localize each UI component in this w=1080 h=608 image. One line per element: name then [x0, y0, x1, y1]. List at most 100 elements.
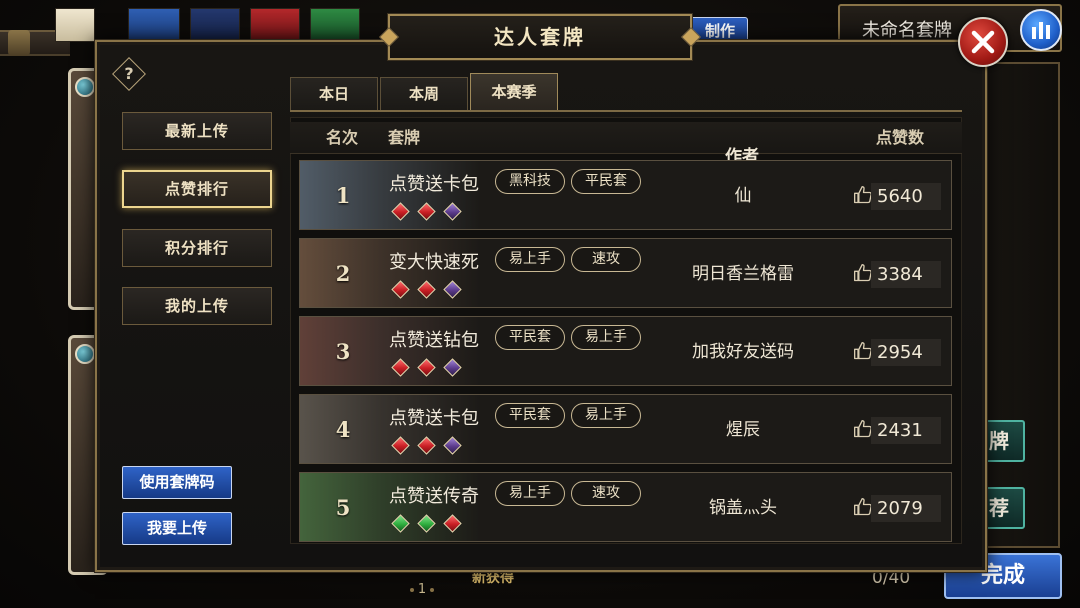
deck-tag: 平民套 — [495, 403, 565, 428]
upload-button[interactable]: 我要上传 — [122, 512, 232, 545]
cost-gem-icon — [75, 344, 95, 364]
tab-season[interactable]: 本赛季 — [470, 73, 558, 110]
rank-number: 3 — [335, 339, 351, 364]
page-dot — [409, 587, 414, 592]
page-indicator: 1 — [402, 582, 442, 597]
use-deck-code-button[interactable]: 使用套牌码 — [122, 466, 232, 499]
gem-icon — [443, 280, 462, 299]
deck-gems — [391, 436, 472, 455]
deck-name: 点赞送卡包 — [389, 174, 479, 195]
gem-icon — [417, 436, 436, 455]
gem-icon — [391, 436, 410, 455]
gem-icon — [391, 514, 410, 533]
gem-icon — [417, 358, 436, 377]
thumbs-up-icon — [854, 186, 872, 204]
author-name: 明日香兰格雷 — [692, 264, 794, 284]
deck-tag: 平民套 — [571, 169, 641, 194]
deck-name: 点赞送钻包 — [389, 330, 479, 351]
deck-tags: 易上手 速攻 — [495, 247, 647, 272]
deck-gems — [391, 280, 472, 299]
table-row[interactable]: 1 点赞送卡包 黑科技 平民套 仙 5640 — [299, 160, 952, 230]
deck-name: 点赞送传奇 — [389, 486, 479, 507]
table-header: 名次 套牌 作者 点赞数 — [290, 122, 962, 167]
class-banner[interactable] — [55, 8, 95, 42]
sidebar-item-likes-ranking[interactable]: 点赞排行 — [122, 170, 272, 208]
table-row[interactable]: 2 变大快速死 易上手 速攻 明日香兰格雷 3384 — [299, 238, 952, 308]
close-button[interactable] — [958, 17, 1008, 67]
gem-icon — [417, 514, 436, 533]
deck-ranking-dialog: ? 最新上传 点赞排行 积分排行 我的上传 使用套牌码 我要上传 本日 本周 本… — [95, 40, 987, 572]
rank-number: 4 — [335, 417, 351, 442]
thumbs-up-icon — [854, 498, 872, 516]
deck-tag: 易上手 — [571, 325, 641, 350]
gem-icon — [391, 358, 410, 377]
deck-tag: 速攻 — [571, 481, 641, 506]
tab-today[interactable]: 本日 — [290, 77, 378, 110]
author-name: 煋辰 — [726, 420, 760, 440]
author-name: 仙 — [734, 186, 752, 206]
cost-gem-icon — [75, 77, 95, 97]
likes-count: 5640 — [871, 183, 941, 210]
gem-icon — [443, 358, 462, 377]
gem-icon — [443, 514, 462, 533]
likes-count: 2079 — [871, 495, 941, 522]
gem-icon — [391, 280, 410, 299]
deck-tag: 平民套 — [495, 325, 565, 350]
likes-count: 2954 — [871, 339, 941, 366]
deck-gems — [391, 358, 472, 377]
deck-tag: 易上手 — [495, 481, 565, 506]
deck-tags: 平民套 易上手 — [495, 403, 647, 428]
table-row[interactable]: 5 点赞送传奇 易上手 速攻 锅盖灬头 2079 — [299, 472, 952, 542]
rank-number: 2 — [335, 261, 351, 286]
tab-underline — [290, 110, 962, 112]
deck-gems — [391, 514, 472, 533]
author-name: 锅盖灬头 — [709, 498, 777, 518]
class-banner[interactable] — [190, 8, 240, 42]
deck-name: 未命名套牌 — [862, 20, 952, 41]
deck-tag: 速攻 — [571, 247, 641, 272]
thumbs-up-icon — [854, 420, 872, 438]
close-icon[interactable] — [960, 19, 1006, 65]
class-banner[interactable] — [128, 8, 180, 42]
header-rank: 名次 — [325, 128, 358, 147]
author-name: 加我好友送码 — [692, 342, 794, 362]
gem-icon — [443, 202, 462, 221]
header-likes: 点赞数 — [875, 128, 924, 147]
thumbs-up-icon — [854, 264, 872, 282]
gem-icon — [417, 202, 436, 221]
page-title: 达人套牌 — [494, 25, 586, 49]
deck-name: 变大快速死 — [389, 252, 479, 273]
help-button[interactable]: ? — [112, 57, 146, 91]
sidebar-item-latest[interactable]: 最新上传 — [122, 112, 272, 150]
deck-name: 点赞送卡包 — [389, 408, 479, 429]
sidebar-item-my-uploads[interactable]: 我的上传 — [122, 287, 272, 325]
rank-number: 1 — [335, 183, 351, 208]
sidebar-item-points-ranking[interactable]: 积分排行 — [122, 229, 272, 267]
table-row[interactable]: 4 点赞送卡包 平民套 易上手 煋辰 2431 — [299, 394, 952, 464]
deck-tags: 黑科技 平民套 — [495, 169, 647, 194]
title-plaque: 达人套牌 — [379, 14, 701, 60]
deck-tag: 黑科技 — [495, 169, 565, 194]
help-label: ? — [124, 64, 134, 83]
page-dot — [430, 587, 435, 592]
deck-tag: 易上手 — [495, 247, 565, 272]
deck-tags: 易上手 速攻 — [495, 481, 647, 506]
deck-tag: 易上手 — [571, 403, 641, 428]
gem-icon — [417, 280, 436, 299]
deck-gems — [391, 202, 472, 221]
likes-count: 3384 — [871, 261, 941, 288]
gem-icon — [443, 436, 462, 455]
thumbs-up-icon — [854, 342, 872, 360]
background-knob — [8, 30, 30, 56]
class-banner[interactable] — [250, 8, 300, 42]
likes-count: 2431 — [871, 417, 941, 444]
rank-number: 5 — [335, 495, 351, 520]
table-row[interactable]: 3 点赞送钻包 平民套 易上手 加我好友送码 2954 — [299, 316, 952, 386]
tab-week[interactable]: 本周 — [380, 77, 468, 110]
gem-icon — [391, 202, 410, 221]
deck-tags: 平民套 易上手 — [495, 325, 647, 350]
header-deck: 套牌 — [388, 128, 421, 147]
class-banner[interactable] — [310, 8, 360, 42]
stats-button[interactable] — [1020, 9, 1062, 51]
stats-icon[interactable] — [1022, 11, 1060, 49]
